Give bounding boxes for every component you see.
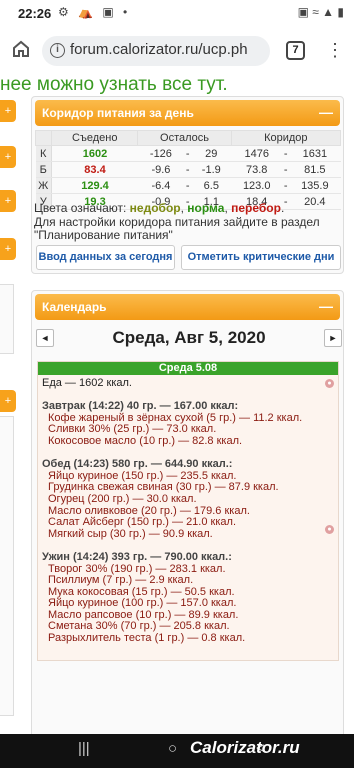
separator: -: [183, 161, 192, 178]
calendar-panel-header[interactable]: Календарь —: [35, 294, 340, 320]
remaining-max: -1.9: [191, 161, 232, 178]
row-key: Б: [35, 161, 52, 178]
food-item[interactable]: Мягкий сыр (30 гр.) — 90.9 ккал.: [42, 528, 338, 541]
corridor-table: Съедено Осталось Коридор К 1602 -126-29 147…: [35, 130, 342, 210]
table-row: Б 83.4 -9.6- -1.9 73.8-81.5: [35, 161, 341, 178]
corridor-max: 135.9: [289, 177, 341, 194]
remaining-max: 29: [191, 145, 232, 162]
table-row: К 1602 -126-29 1476-1631: [35, 145, 341, 162]
corridor-panel-header[interactable]: Коридор питания за день —: [35, 100, 340, 126]
sidebar-panel: [0, 416, 14, 716]
meal-title: Обед (14:23) 580 гр. — 644.90 ккал.:: [42, 458, 233, 471]
next-day-button[interactable]: ►: [324, 329, 342, 347]
system-icons: ▣ ≈ ▲ ▮: [297, 5, 344, 19]
column-header: Коридор: [230, 130, 342, 146]
separator: -: [282, 161, 290, 178]
mark-critical-days-button[interactable]: Отметить критические дни: [181, 245, 341, 270]
info-icon[interactable]: i: [50, 43, 65, 58]
home-button[interactable]: ○: [168, 740, 177, 757]
eaten-value: 83.4: [51, 161, 138, 178]
browser-toolbar: i forum.calorizator.ru/ucp.ph 7 ⋮: [0, 28, 354, 72]
minimize-icon[interactable]: —: [319, 104, 333, 120]
legend-over: перебор: [231, 201, 281, 215]
legend-under: недобор: [129, 201, 181, 215]
calorizator-watermark: Calorizator.ru: [190, 738, 300, 757]
url-text: forum.calorizator.ru/ucp.ph: [70, 41, 248, 58]
url-field[interactable]: i forum.calorizator.ru/ucp.ph: [42, 36, 270, 66]
corridor-max: 1631: [289, 145, 341, 162]
pin-icon[interactable]: ●: [325, 525, 334, 534]
sidebar-tab[interactable]: +: [0, 190, 16, 212]
separator: -: [183, 145, 192, 162]
system-nav-bar: ||| ○ < Calorizator.ru: [0, 734, 354, 768]
remaining-max: 6.5: [191, 177, 232, 194]
separator: -: [282, 145, 290, 162]
calendar-title: Календарь: [42, 300, 107, 314]
corridor-max: 20.4: [289, 193, 341, 210]
eaten-value: 129.4: [51, 177, 138, 194]
corridor-panel: Коридор питания за день — Съедено Остало…: [31, 96, 344, 274]
corridor-min: 73.8: [231, 161, 283, 178]
menu-icon[interactable]: ⋮: [326, 38, 344, 62]
remaining-min: -6.4: [137, 177, 184, 194]
corridor-hint: Для настройки коридора питания зайдите в…: [34, 215, 320, 242]
legend-norm: норма: [187, 201, 225, 215]
corridor-min: 123.0: [231, 177, 283, 194]
page-content: нее можно узнать все тут. + + + + + Кори…: [0, 72, 354, 734]
home-icon[interactable]: [10, 39, 32, 61]
table-row: Ж 129.4 -6.4-6.5 123.0-135.9: [35, 177, 341, 194]
color-legend: Цвета означают: недобор, норма, перебор.: [34, 201, 284, 215]
calendar-date: Среда, Авг 5, 2020: [112, 328, 266, 347]
notification-icons: ⚙ ⛺ ▣ •: [58, 5, 131, 19]
sidebar-tab[interactable]: +: [0, 100, 16, 122]
status-bar: 22:26 ⚙ ⛺ ▣ • ▣ ≈ ▲ ▮: [0, 0, 354, 28]
food-item[interactable]: Салат Айсберг (150 гр.) — 21.0 ккал.: [42, 517, 338, 529]
separator: -: [183, 177, 192, 194]
food-item[interactable]: Кокосовое масло (10 гр.) — 82.8 ккал.: [42, 435, 338, 448]
day-body: Еда — 1602 ккал. ● ● Завтрак (14:22) 40 …: [38, 375, 338, 645]
page-headline: нее можно узнать все тут.: [0, 74, 228, 95]
minimize-icon[interactable]: —: [319, 298, 333, 314]
row-key: К: [35, 145, 52, 162]
enter-today-button[interactable]: Ввод данных за сегодня: [36, 245, 175, 270]
day-header: Среда 5.08: [38, 362, 338, 375]
separator: -: [282, 177, 290, 194]
eaten-value: 1602: [51, 145, 138, 162]
corridor-max: 81.5: [289, 161, 341, 178]
calendar-panel: Календарь — ◄ Среда, Авг 5, 2020 ► Среда…: [31, 290, 344, 734]
sidebar-panel: [0, 284, 14, 354]
meal-title: Ужин (14:24) 393 гр. — 790.00 ккал.:: [42, 550, 232, 563]
calendar-nav: ◄ Среда, Авг 5, 2020 ►: [36, 325, 342, 353]
row-key: Ж: [35, 177, 52, 194]
corridor-title: Коридор питания за день: [42, 106, 194, 120]
pin-icon[interactable]: ●: [325, 379, 334, 388]
sidebar-tab[interactable]: +: [0, 146, 16, 168]
food-item[interactable]: Псиллиум (7 гр.) — 2.9 ккал.: [42, 574, 338, 587]
clock: 22:26: [18, 6, 52, 21]
legend-dot: .: [280, 201, 285, 215]
corridor-min: 1476: [231, 145, 283, 162]
table-corner: [35, 130, 52, 146]
column-header: Осталось: [137, 130, 232, 146]
sidebar-tab[interactable]: +: [0, 238, 16, 260]
tabs-count-button[interactable]: 7: [286, 41, 305, 60]
food-total: Еда — 1602 ккал.: [42, 377, 132, 389]
legend-prefix: Цвета означают:: [34, 201, 130, 215]
column-header: Съедено: [50, 130, 139, 146]
food-item[interactable]: Разрыхлитель теста (1 гр.) — 0.8 ккал.: [42, 632, 338, 645]
remaining-min: -126: [137, 145, 184, 162]
day-entry: Среда 5.08 Еда — 1602 ккал. ● ● Завтрак …: [37, 361, 339, 661]
recent-apps-button[interactable]: |||: [78, 740, 90, 757]
remaining-min: -9.6: [137, 161, 184, 178]
sidebar-tab[interactable]: +: [0, 390, 16, 412]
food-item[interactable]: Огурец (200 гр.) — 30.0 ккал.: [42, 493, 338, 506]
